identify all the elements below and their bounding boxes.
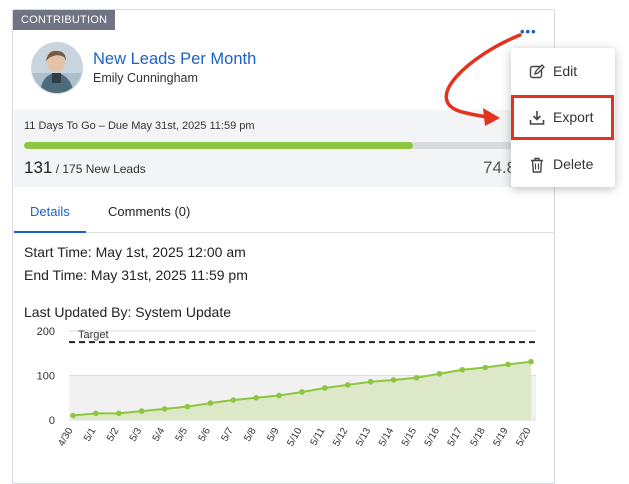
options-menu: Edit Export Delete: [511, 48, 615, 187]
y-tick-label: 200: [37, 326, 55, 338]
data-point: [70, 412, 76, 419]
goal-title-link[interactable]: New Leads Per Month: [93, 50, 256, 69]
data-point: [436, 370, 443, 377]
x-tick-label: 5/20: [514, 426, 533, 449]
x-tick-label: 5/4: [151, 426, 168, 444]
x-tick-label: 5/13: [354, 426, 373, 449]
tab-bar: Details Comments (0): [14, 196, 554, 233]
data-point: [230, 397, 237, 403]
current-value: 131: [24, 158, 53, 177]
x-tick-label: 5/18: [469, 426, 488, 449]
x-tick-label: 5/11: [309, 426, 328, 448]
data-point: [322, 385, 328, 391]
x-tick-label: 5/2: [105, 426, 122, 444]
target-text: / 175 New Leads: [55, 162, 146, 176]
edit-icon: [529, 64, 545, 79]
menu-item-label: Edit: [553, 63, 578, 79]
x-tick-label: 4/30: [56, 426, 75, 449]
target-label: Target: [78, 329, 109, 341]
contribution-card: CONTRIBUTION New Leads Per Month Emily C…: [12, 9, 555, 484]
avatar-photo-icon: [32, 43, 82, 93]
data-point: [138, 408, 145, 414]
due-date-text: 11 Days To Go – Due May 31st, 2025 11:59…: [24, 120, 255, 132]
progress-bar: [24, 142, 544, 149]
x-tick-label: 5/12: [331, 426, 350, 449]
owner-name: Emily Cunningham: [93, 71, 198, 85]
menu-item-edit[interactable]: Edit: [511, 52, 615, 92]
progress-section: 11 Days To Go – Due May 31st, 2025 11:59…: [14, 110, 554, 187]
last-updated-text: Last Updated By: System Update: [24, 304, 231, 320]
menu-item-export[interactable]: Export: [511, 98, 615, 138]
end-time-text: End Time: May 31st, 2025 11:59 pm: [24, 267, 248, 283]
progress-chart: 0 100 200 Target 4/30 5/1 5/2 5/3 5/4 5/5 5/6 5/7 5/…: [37, 326, 536, 449]
tab-comments[interactable]: Comments (0): [108, 204, 190, 219]
download-icon: [529, 111, 545, 125]
x-tick-label: 5/3: [128, 426, 145, 444]
start-time-text: Start Time: May 1st, 2025 12:00 am: [24, 244, 246, 260]
data-point: [390, 377, 397, 383]
data-point: [207, 400, 214, 406]
x-tick-label: 5/5: [174, 426, 191, 444]
progress-count: 131 / 175 New Leads: [24, 158, 146, 178]
x-tick-label: 5/6: [197, 426, 214, 444]
menu-item-label: Export: [553, 109, 594, 125]
data-point: [459, 366, 466, 373]
data-point: [93, 410, 99, 417]
x-tick-label: 5/14: [377, 426, 396, 449]
x-tick-label: 5/1: [82, 426, 99, 444]
data-point: [116, 410, 122, 417]
y-tick-label: 0: [49, 415, 55, 427]
data-point: [528, 358, 534, 365]
menu-item-delete[interactable]: Delete: [511, 145, 615, 185]
x-tick-label: 5/15: [400, 426, 419, 449]
x-tick-label: 5/16: [423, 426, 442, 449]
more-options-icon[interactable]: •••: [520, 24, 537, 39]
data-point: [505, 361, 511, 368]
x-tick-label: 5/7: [219, 426, 236, 444]
x-tick-label: 5/19: [491, 426, 510, 449]
data-point: [482, 364, 489, 371]
data-point: [184, 403, 191, 410]
data-point: [299, 389, 305, 395]
x-tick-label: 5/9: [265, 426, 282, 444]
contribution-badge: CONTRIBUTION: [13, 10, 116, 30]
tab-details[interactable]: Details: [14, 204, 86, 233]
progress-bar-fill: [24, 142, 414, 149]
data-point: [345, 382, 351, 388]
menu-item-label: Delete: [553, 156, 594, 172]
data-point: [161, 406, 168, 412]
data-point: [253, 394, 259, 401]
y-tick-label: 100: [37, 371, 55, 383]
x-tick-label: 5/8: [242, 426, 259, 444]
x-tick-label: 5/10: [285, 426, 304, 449]
avatar: [31, 42, 83, 94]
data-point: [413, 374, 420, 381]
trash-icon: [531, 157, 543, 173]
x-tick-label: 5/17: [446, 426, 465, 449]
data-point: [367, 378, 374, 385]
data-point: [276, 392, 282, 399]
